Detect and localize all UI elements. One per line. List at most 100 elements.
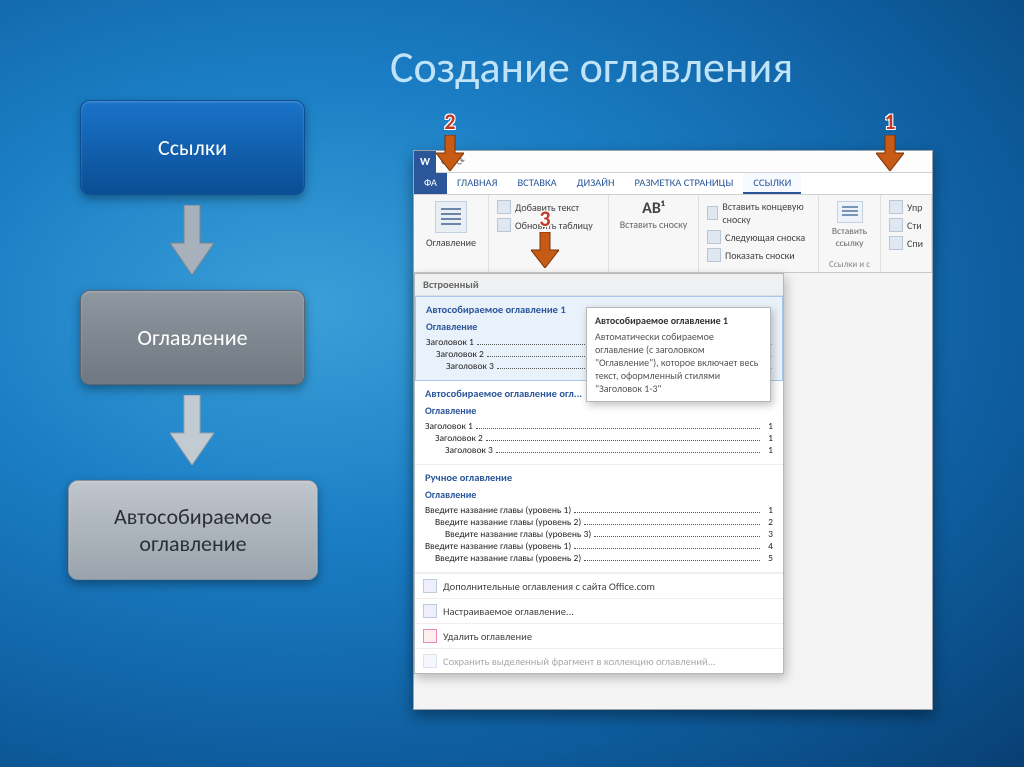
misc-sti[interactable]: Сти	[889, 217, 923, 233]
callout-3-number: 3	[525, 205, 565, 232]
toc-line: Введите название главы (уровень 3) 3	[425, 528, 773, 540]
toc-line-leader	[584, 516, 760, 525]
toc-line-page: 3	[763, 528, 773, 540]
toc-line-leader	[496, 444, 760, 453]
misc-icon	[889, 236, 903, 250]
toc-line-page: 5	[763, 552, 773, 564]
toc-icon	[435, 201, 467, 233]
tab-file[interactable]: ФА	[414, 173, 447, 194]
insert-link-icon	[837, 201, 863, 223]
insert-endnote-button[interactable]: Вставить концевую сноску	[707, 199, 810, 227]
toc-line: Заголовок 11	[425, 420, 773, 432]
misc-spi-label: Спи	[907, 237, 923, 250]
toc-line-text: Заголовок 2	[436, 348, 484, 360]
add-text-icon	[497, 200, 511, 214]
toc-line: Введите название главы (уровень 2) 2	[425, 516, 773, 528]
flow-step-1: Ссылки	[80, 100, 305, 195]
insert-endnote-label: Вставить концевую сноску	[722, 200, 810, 226]
toc-line-text: Введите название главы (уровень 2)	[435, 552, 581, 564]
toc-line-leader	[476, 420, 760, 429]
toc-button-label: Оглавление	[426, 236, 476, 249]
toc-dropdown: Встроенный Автособираемое оглавление 1 О…	[414, 273, 784, 674]
misc-upr-label: Упр	[907, 201, 922, 214]
tab-insert[interactable]: ВСТАВКА	[507, 173, 566, 194]
next-footnote-icon	[707, 230, 721, 244]
toc-line-page: 2	[763, 516, 773, 528]
toc-line-page: 4	[763, 540, 773, 552]
toc-option-manual[interactable]: Ручное оглавление Оглавление Введите наз…	[415, 465, 783, 573]
ribbon-group-citation: Вставить ссылку Ссылки и с	[819, 195, 881, 272]
flow-step-3-label: Автособираемое оглавление	[79, 503, 307, 557]
next-footnote-label: Следующая сноска	[725, 231, 805, 244]
ribbon-tabs: ФА ГЛАВНАЯ ВСТАВКА ДИЗАЙН РАЗМЕТКА СТРАН…	[414, 173, 932, 195]
toc-line-text: Заголовок 2	[435, 432, 483, 444]
toc-line-leader	[594, 528, 760, 537]
update-table-icon	[497, 218, 511, 232]
toc-option-auto1[interactable]: Автособираемое оглавление 1 Оглавление З…	[415, 296, 783, 381]
ribbon-group-citation-caption: Ссылки и с	[819, 259, 880, 270]
tab-home[interactable]: ГЛАВНАЯ	[447, 173, 508, 194]
show-footnotes-button[interactable]: Показать сноски	[707, 247, 810, 263]
remove-toc-label: Удалить оглавление	[443, 630, 532, 643]
tab-references[interactable]: ССЫЛКИ	[743, 173, 801, 194]
toc-line: Заголовок 2 1	[425, 432, 773, 444]
toc-line-text: Введите название главы (уровень 1)	[425, 504, 571, 516]
insert-link-button[interactable]: Вставить ссылку	[827, 225, 872, 249]
toc-line-page: 1	[763, 504, 773, 516]
toc-line-leader	[584, 552, 760, 561]
more-from-office-label: Дополнительные оглавления с сайта Office…	[443, 580, 655, 593]
toc-button[interactable]: Оглавление	[422, 201, 480, 249]
flow-step-2: Оглавление	[80, 290, 305, 385]
toc-line-page: 1	[763, 432, 773, 444]
custom-toc-button[interactable]: Настраиваемое оглавление...	[415, 598, 783, 623]
next-footnote-button[interactable]: Следующая сноска	[707, 229, 810, 245]
misc-spi[interactable]: Спи	[889, 235, 923, 251]
remove-icon	[423, 629, 437, 643]
toc-line: Введите название главы (уровень 1) 1	[425, 504, 773, 516]
slide-title: Создание оглавления	[390, 40, 793, 94]
toc-line-text: Введите название главы (уровень 3)	[445, 528, 591, 540]
custom-toc-label: Настраиваемое оглавление...	[443, 605, 574, 618]
tab-design[interactable]: ДИЗАЙН	[567, 173, 625, 194]
toc-line-text: Введите название главы (уровень 1)	[425, 540, 571, 552]
ribbon-body: Оглавление Добавить текст Обновить табли…	[414, 195, 932, 273]
toc-line: Заголовок 31	[425, 444, 773, 456]
toc-line-page: 1	[763, 420, 773, 432]
tooltip-title: Автособираемое оглавление 1	[595, 314, 762, 327]
misc-sti-label: Сти	[907, 219, 922, 232]
misc-icon	[889, 218, 903, 232]
slide: Создание оглавления Ссылки Оглавление Ав…	[0, 0, 1024, 767]
show-footnotes-icon	[707, 248, 721, 262]
dropdown-header: Встроенный	[415, 274, 783, 296]
title-bar: W ↺ ⟳	[414, 151, 932, 173]
misc-upr[interactable]: Упр	[889, 199, 923, 215]
misc-icon	[889, 200, 903, 214]
callout-1-number: 1	[870, 108, 910, 135]
ribbon-group-misc: Упр Сти Спи	[881, 195, 932, 272]
toc-line: Введите название главы (уровень 1) 4	[425, 540, 773, 552]
toc-line-leader	[574, 504, 760, 513]
office-icon	[423, 579, 437, 593]
callout-2-number: 2	[430, 108, 470, 135]
toc-line-text: Заголовок 3	[446, 360, 494, 372]
toc-line-text: Заголовок 3	[445, 444, 493, 456]
callout-1: 1	[870, 108, 910, 171]
toc-line-text: Введите название главы (уровень 2)	[435, 516, 581, 528]
custom-toc-icon	[423, 604, 437, 618]
callout-3: 3	[525, 205, 565, 268]
toc-line-leader	[574, 540, 760, 549]
ribbon-group-footnotes: AB¹ Вставить сноску	[609, 195, 699, 272]
toc-line: Введите название главы (уровень 2) 5	[425, 552, 773, 564]
more-from-office-button[interactable]: Дополнительные оглавления с сайта Office…	[415, 573, 783, 598]
toc-line-leader	[486, 432, 760, 441]
toc-section-label: Оглавление	[425, 488, 773, 501]
save-icon	[423, 654, 437, 668]
tab-layout[interactable]: РАЗМЕТКА СТРАНИЦЫ	[625, 173, 744, 194]
tooltip-body: Автоматически собираемое оглавление (с з…	[595, 330, 762, 395]
insert-footnote-button[interactable]: Вставить сноску	[617, 218, 690, 231]
remove-toc-button[interactable]: Удалить оглавление	[415, 623, 783, 648]
arrow-down-icon	[170, 205, 214, 275]
save-selection-button: Сохранить выделенный фрагмент в коллекци…	[415, 648, 783, 673]
toc-line-text: Заголовок 1	[426, 336, 474, 348]
toc-section-label: Оглавление	[425, 404, 773, 417]
